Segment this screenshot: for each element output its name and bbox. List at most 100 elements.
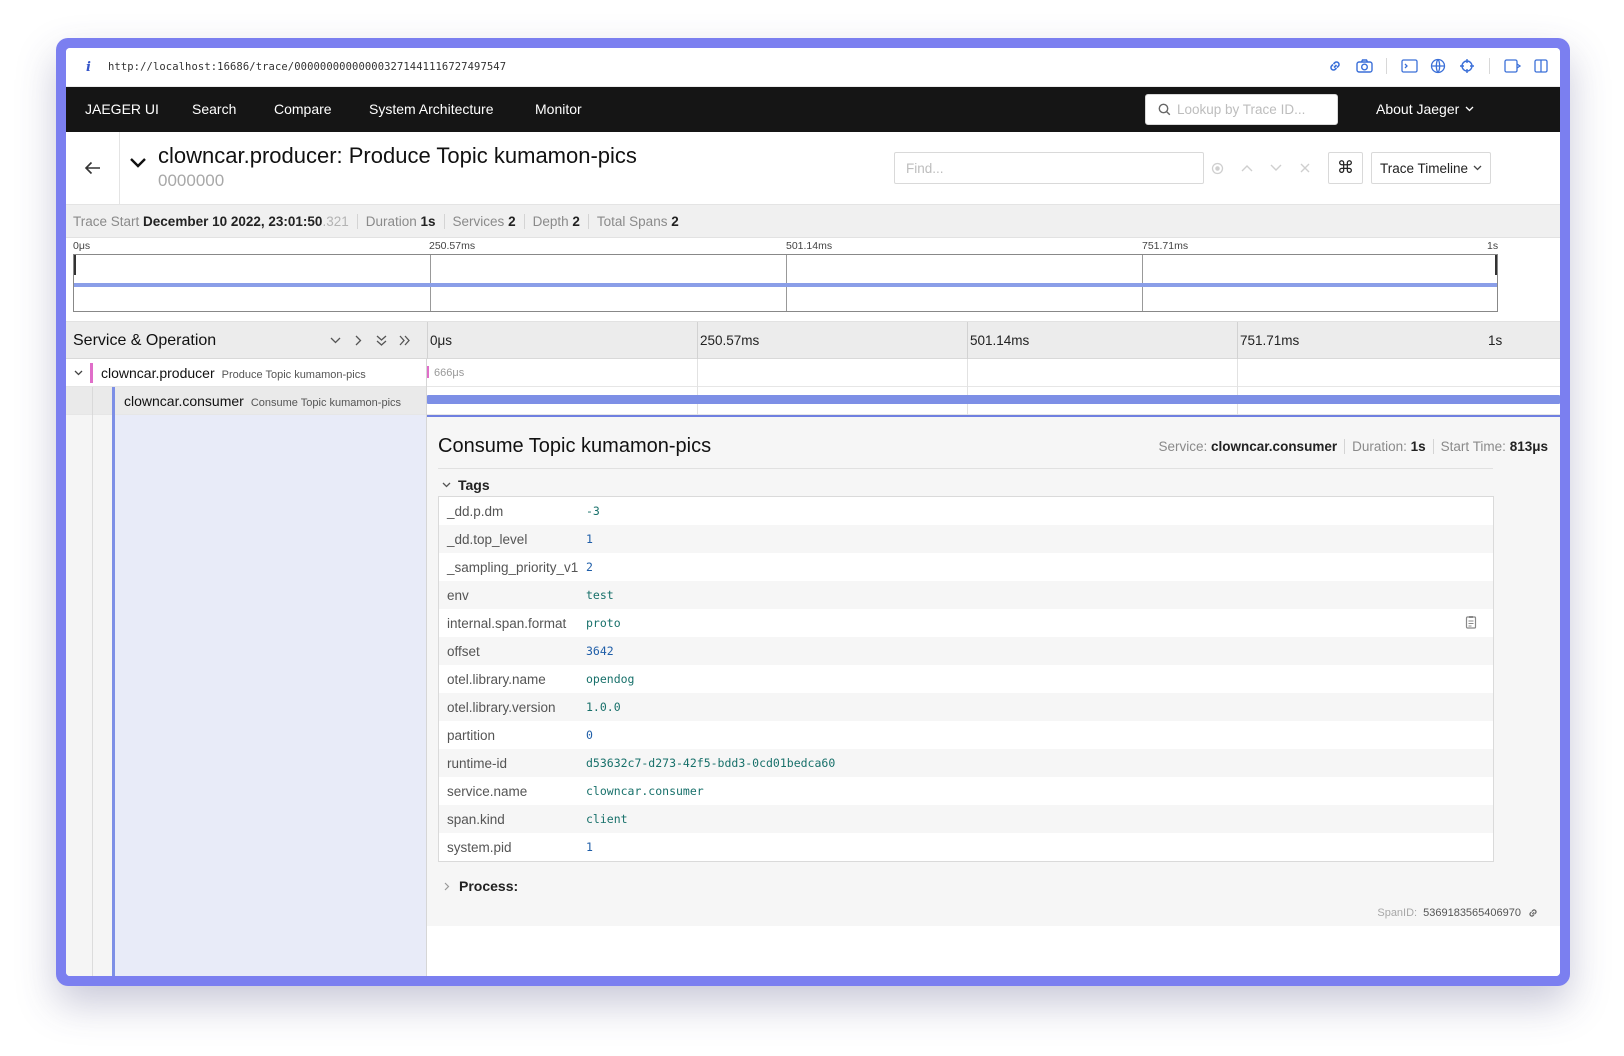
service-color-marker — [112, 387, 115, 415]
nav-search[interactable]: Search — [192, 101, 236, 117]
close-icon[interactable] — [1297, 161, 1312, 176]
span-detail-meta: Service: clowncar.consumer Duration: 1s … — [1151, 439, 1548, 454]
tag-key: offset — [447, 643, 480, 659]
back-button[interactable] — [66, 132, 120, 204]
span-row-producer[interactable]: clowncar.producer Produce Topic kumamon-p… — [66, 359, 426, 387]
tag-value: client — [586, 812, 628, 826]
command-icon: ⌘ — [1337, 158, 1354, 177]
minimap-left-handle[interactable] — [74, 255, 76, 275]
span-detail-panel: Consume Topic kumamon-pics Service: clow… — [427, 415, 1560, 926]
nav-monitor[interactable]: Monitor — [535, 101, 582, 117]
tag-row[interactable]: system.pid 1 — [439, 833, 1493, 861]
trace-header: clowncar.producer: Produce Topic kumamon… — [66, 132, 1560, 205]
tag-key: otel.library.version — [447, 699, 556, 715]
collapse-trace-chevron-icon[interactable] — [129, 156, 147, 174]
span-detail-start-time: Start Time: 813μs — [1440, 439, 1548, 454]
about-jaeger-label: About Jaeger — [1376, 101, 1460, 117]
globe-icon[interactable] — [1429, 57, 1447, 75]
about-jaeger-menu[interactable]: About Jaeger — [1376, 101, 1474, 117]
timeline-tick: 0μs — [430, 333, 453, 348]
trace-lookup[interactable] — [1145, 94, 1338, 125]
expand-all-icon[interactable] — [398, 333, 411, 347]
link-icon[interactable] — [1326, 57, 1344, 75]
tag-value: clowncar.consumer — [586, 784, 704, 798]
trace-lookup-input[interactable] — [1177, 102, 1337, 117]
tag-value: test — [586, 588, 614, 602]
nav-system-architecture[interactable]: System Architecture — [369, 101, 494, 117]
sidebar-toggle-icon[interactable] — [1503, 57, 1521, 75]
tag-key: service.name — [447, 783, 528, 799]
tag-row[interactable]: env test — [439, 581, 1493, 609]
tag-key: system.pid — [447, 839, 512, 855]
service-operation-title: Service & Operation — [73, 332, 217, 349]
chevron-down-icon — [1465, 106, 1474, 112]
tag-row[interactable]: service.name clowncar.consumer — [439, 777, 1493, 805]
top-nav: JAEGER UI Search Compare System Architec… — [66, 87, 1560, 132]
keyboard-shortcuts-button[interactable]: ⌘ — [1328, 152, 1363, 184]
tag-value: 1 — [586, 532, 593, 546]
span-bar-producer[interactable] — [427, 366, 429, 378]
span-service-name: clowncar.producer — [101, 365, 215, 381]
find-box[interactable] — [894, 152, 1204, 184]
nav-brand[interactable]: JAEGER UI — [85, 101, 159, 117]
timeline-tick: 1s — [1488, 333, 1503, 348]
expand-one-icon[interactable] — [352, 333, 365, 347]
span-operation-name: Consume Topic kumamon-pics — [250, 397, 402, 409]
minimap-canvas[interactable] — [73, 254, 1498, 312]
trace-id: 0000000 — [158, 171, 225, 190]
chevron-down-icon[interactable] — [74, 370, 83, 376]
span-bar-row-producer[interactable]: 666μs — [427, 359, 1560, 387]
tag-value: 3642 — [586, 644, 614, 658]
tag-value: d53632c7-d273-42f5-bdd3-0cd01bedca60 — [586, 756, 836, 770]
collapse-all-icon[interactable] — [375, 333, 388, 347]
tag-row[interactable]: _dd.top_level 1 — [439, 525, 1493, 553]
browser-window: i http://localhost:16686/trace/000000000… — [66, 48, 1560, 976]
find-input[interactable] — [895, 160, 1195, 176]
span-bar-row-consumer[interactable] — [427, 387, 1560, 415]
nav-compare[interactable]: Compare — [274, 101, 332, 117]
tag-row[interactable]: partition 0 — [439, 721, 1493, 749]
tag-key: _dd.top_level — [447, 531, 528, 547]
span-row-consumer[interactable]: clowncar.consumer Consume Topic kumamon-p… — [66, 387, 426, 415]
tag-row[interactable]: runtime-id d53632c7-d273-42f5-bdd3-0cd01b… — [439, 749, 1493, 777]
timeline-tick: 501.14ms — [970, 333, 1030, 348]
locate-icon[interactable] — [1210, 161, 1225, 176]
chevron-up-icon[interactable] — [1239, 161, 1254, 176]
site-info-icon[interactable]: i — [86, 60, 91, 75]
tag-row[interactable]: span.kind client — [439, 805, 1493, 833]
tag-row[interactable]: otel.library.name opendog — [439, 665, 1493, 693]
copy-icon[interactable] — [1465, 615, 1477, 629]
tag-row[interactable]: _dd.p.dm -3 — [439, 497, 1493, 525]
link-icon[interactable] — [1527, 907, 1539, 919]
view-select[interactable]: Trace Timeline — [1371, 152, 1491, 184]
tag-key: internal.span.format — [447, 615, 567, 631]
minimap-right-handle[interactable] — [1495, 255, 1497, 275]
tag-row[interactable]: internal.span.format proto — [439, 609, 1493, 637]
search-icon — [1158, 103, 1171, 116]
process-label: Process: — [459, 878, 519, 894]
chevron-down-icon[interactable] — [1268, 161, 1283, 176]
span-bar-consumer[interactable] — [427, 395, 1560, 404]
terminal-icon[interactable] — [1400, 57, 1418, 75]
process-toggle[interactable]: Process: — [444, 878, 518, 894]
trace-minimap[interactable]: 0μs 250.57ms 501.14ms 751.71ms 1s — [66, 238, 1560, 322]
chevron-right-icon — [444, 882, 450, 890]
tag-row[interactable]: otel.library.version 1.0.0 — [439, 693, 1493, 721]
arrow-left-icon — [84, 161, 100, 175]
tag-row[interactable]: _sampling_priority_v1 2 — [439, 553, 1493, 581]
split-view-icon[interactable] — [1532, 57, 1550, 75]
trace-summary: Trace Start December 10 2022, 23:01:50.3… — [66, 205, 1560, 238]
summary-trace-start: Trace Start December 10 2022, 23:01:50.3… — [73, 213, 358, 229]
span-id-label: SpanID: — [1377, 907, 1418, 919]
collapse-one-icon[interactable] — [329, 333, 342, 347]
minimap-tick: 501.14ms — [786, 240, 833, 252]
span-table-header: Service & Operation 0μs 250.57ms 501.14m… — [66, 322, 1560, 359]
url-text[interactable]: http://localhost:16686/trace/00000000000… — [108, 61, 506, 73]
crosshair-icon[interactable] — [1458, 57, 1476, 75]
span-service-name: clowncar.consumer — [124, 393, 244, 409]
tag-row[interactable]: offset 3642 — [439, 637, 1493, 665]
tags-toggle[interactable]: Tags — [442, 477, 490, 493]
span-tree-column: clowncar.producer Produce Topic kumamon-p… — [66, 359, 427, 976]
camera-icon[interactable] — [1355, 57, 1373, 75]
tag-key: runtime-id — [447, 755, 508, 771]
